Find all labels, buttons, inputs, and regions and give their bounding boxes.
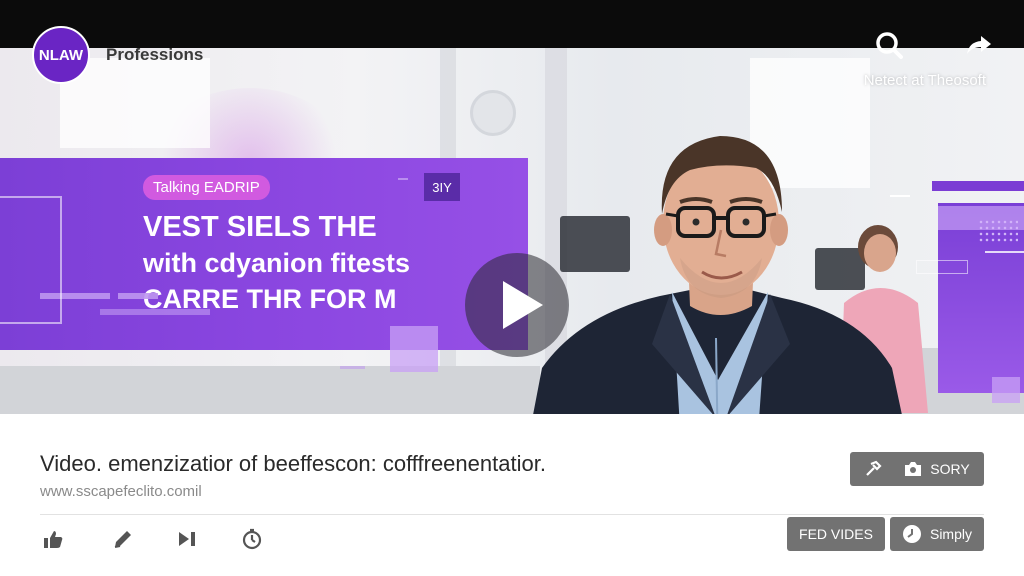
decor-bar	[100, 309, 210, 315]
decor-square	[390, 326, 438, 372]
sory-label: SORY	[930, 461, 970, 477]
decor-bar	[398, 178, 408, 180]
banner-heading: VEST SIELS THE	[143, 211, 377, 243]
decor-frame	[0, 196, 62, 324]
decor-bar	[985, 251, 1024, 253]
background-desk	[0, 366, 540, 414]
divider	[40, 514, 984, 515]
sory-button[interactable]: SORY	[850, 452, 984, 486]
decor-panel	[938, 203, 1024, 403]
simply-label: Simply	[929, 526, 972, 542]
decor-stripe	[932, 181, 1024, 191]
camera-icon	[905, 462, 922, 476]
fed-vides-button[interactable]: FED VIDES	[787, 517, 885, 551]
banner-subheading: with cdyanion fitests	[143, 248, 411, 278]
simply-button[interactable]: Simply	[890, 517, 984, 551]
play-icon	[503, 281, 543, 329]
like-icon[interactable]	[41, 527, 65, 551]
clock-icon	[902, 525, 921, 543]
timer-icon[interactable]	[240, 527, 264, 551]
video-tag: 3IY	[424, 173, 460, 201]
hammer-icon	[866, 460, 882, 476]
decor-bar	[118, 293, 158, 299]
play-button[interactable]	[465, 253, 569, 357]
presenter	[533, 136, 902, 414]
brand-logo[interactable]: NLAW	[32, 26, 90, 84]
video-title: Video. emenzizatior of beeffescon: cofff…	[40, 451, 546, 476]
decor-square	[992, 377, 1020, 403]
share-icon[interactable]	[964, 30, 994, 60]
video-url[interactable]: www.sscapefeclito.comil	[40, 483, 202, 500]
top-caption[interactable]: Netect at Theosoft	[864, 72, 986, 89]
brand-name: Professions	[106, 45, 204, 64]
edit-icon[interactable]	[111, 527, 135, 551]
decor-bar	[938, 206, 1024, 230]
fed-vides-label: FED VIDES	[799, 526, 873, 542]
search-icon[interactable]	[874, 30, 904, 60]
video-player[interactable]: Talking EADRIP VEST SIELS THE with cdyan…	[0, 48, 1024, 414]
decor-bar	[340, 366, 365, 369]
skip-icon[interactable]	[176, 527, 200, 551]
banner-pill: Talking EADRIP	[143, 175, 270, 200]
wall-clock	[470, 90, 516, 136]
brand[interactable]: NLAW Professions	[32, 26, 203, 84]
